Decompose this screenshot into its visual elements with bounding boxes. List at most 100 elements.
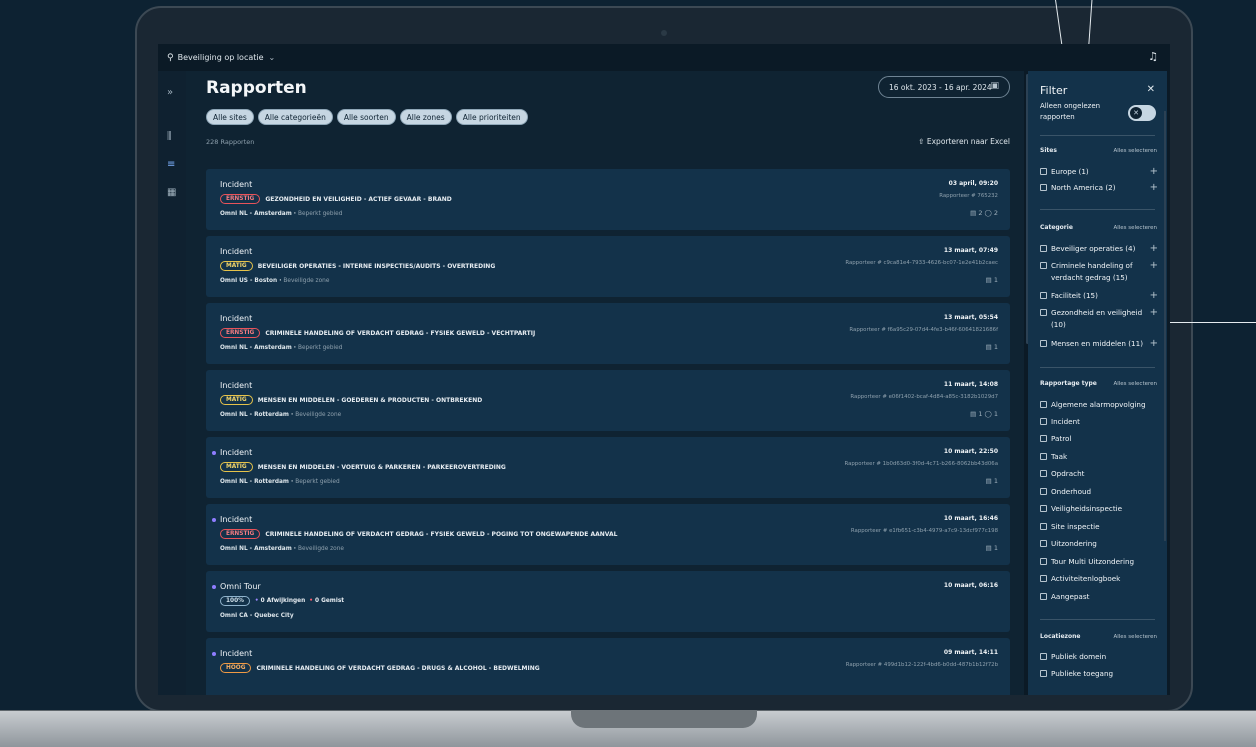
main-content: Rapporten Alle sites Alle categorieën Al… [186,71,1024,695]
checkbox[interactable] [1040,418,1047,425]
checkbox[interactable] [1040,523,1047,530]
report-type: Omni Tour [220,582,261,591]
chevron-down-icon[interactable]: ⌄ [269,53,276,62]
report-type-select-all[interactable]: Alles selecteren [1113,381,1157,387]
checkbox[interactable] [1040,292,1047,299]
report-date: 10 maart, 16:46 [943,515,998,522]
checkbox[interactable] [1040,593,1047,600]
filter-item-report-type[interactable]: Aangepast [1040,591,1158,603]
report-zone: Beperkt gebied [297,211,343,217]
filter-item-report-type[interactable]: Onderhoud [1040,486,1158,498]
plus-icon[interactable]: + [1150,307,1158,318]
filter-item-report-type[interactable]: Taak [1040,451,1158,463]
filter-item-report-type[interactable]: Patrol [1040,433,1158,445]
filter-item-report-type[interactable]: Tour Multi Uitzondering [1040,556,1158,568]
plus-icon[interactable]: + [1150,243,1158,254]
checkbox[interactable] [1040,435,1047,442]
nav-rail: » ⫼ ≡ ▦ [158,71,186,695]
close-icon[interactable]: ✕ [1147,84,1155,95]
checkbox[interactable] [1040,670,1047,677]
checkbox[interactable] [1040,470,1047,477]
priority-badge: MATIG [220,462,253,472]
plus-icon[interactable]: + [1150,166,1158,177]
report-number: Rapporteer # f6a95c29-07d4-4fe3-b46f-606… [849,327,998,333]
chart-icon[interactable]: ⫼ [167,131,172,142]
chip-types[interactable]: Alle soorten [336,109,396,125]
report-card[interactable]: Omni Tour 100% • 0 Afwijkingen • 0 Gemis… [206,571,1010,632]
priority-badge: ERNSTIG [220,328,261,338]
filter-item-report-type[interactable]: Veiligheidsinspectie [1040,503,1158,515]
chip-zones[interactable]: Alle zones [399,109,452,125]
checkbox[interactable] [1040,245,1047,252]
filter-item-report-type[interactable]: Activiteitenlogboek [1040,573,1158,585]
filter-item-category[interactable]: Criminele handeling of verdacht gedrag (… [1040,260,1158,284]
report-number: Rapporteer # e1fb651-c3b4-4979-a7c9-13dc… [850,528,998,534]
unread-only-label: Alleen ongelezen rapporten [1040,102,1101,121]
filter-item-report-type[interactable]: Opdracht [1040,468,1158,480]
tour-deviations: 0 Afwijkingen [260,598,306,604]
filter-item-report-type[interactable]: Site inspectie [1040,521,1158,533]
export-button[interactable]: ⇧ Exporteren naar Excel [918,137,1010,146]
chip-priorities[interactable]: Alle prioriteiten [455,109,528,125]
plus-icon[interactable]: + [1150,260,1158,271]
location-selector[interactable]: Beveiliging op locatie [178,53,264,62]
checkbox[interactable] [1040,488,1047,495]
filter-item-category[interactable]: Mensen en middelen (11) + [1040,338,1158,350]
report-category: CRIMINELE HANDELING OF VERDACHT GEDRAG -… [265,329,536,337]
plus-icon[interactable]: + [1150,182,1158,193]
report-date: 03 april, 09:20 [948,180,998,187]
report-card[interactable]: Incident MATIG BEVEILIGER OPERATIES - IN… [206,236,1010,297]
filter-item-report-type[interactable]: Algemene alarmopvolging [1040,399,1158,411]
report-zone: Beveiligde zone [283,278,330,284]
chip-sites[interactable]: Alle sites [206,109,254,125]
checkbox[interactable] [1040,558,1047,565]
chip-categories[interactable]: Alle categorieën [257,109,333,125]
bell-icon[interactable]: ♫ [1148,50,1158,63]
report-card[interactable]: Incident ERNSTIG CRIMINELE HANDELING OF … [206,504,1010,565]
filter-item-site[interactable]: North America (2) + [1040,182,1158,194]
plus-icon[interactable]: + [1150,338,1158,349]
report-type: Incident [220,649,253,658]
checkbox[interactable] [1040,309,1047,316]
date-range-picker[interactable]: 16 okt. 2023 - 16 apr. 2024 ▣ [878,76,1010,98]
filter-item-category[interactable]: Gezondheid en veiligheid (10) + [1040,307,1158,331]
filter-item-category[interactable]: Faciliteit (15) + [1040,290,1158,302]
checkbox[interactable] [1040,401,1047,408]
plus-icon[interactable]: + [1150,290,1158,301]
report-category: CRIMINELE HANDELING OF VERDACHT GEDRAG -… [256,664,540,672]
checkbox[interactable] [1040,184,1047,191]
checkbox[interactable] [1040,340,1047,347]
reports-icon[interactable]: ≡ [167,159,175,170]
building-icon[interactable]: ▦ [167,187,176,198]
unread-only-toggle[interactable]: ✕ [1128,105,1156,121]
filter-item-category[interactable]: Beveiliger operaties (4) + [1040,243,1158,255]
checkbox[interactable] [1040,168,1047,175]
report-card[interactable]: Incident MATIG MENSEN EN MIDDELEN - VOER… [206,437,1010,498]
category-select-all[interactable]: Alles selecteren [1113,225,1157,231]
filter-item-report-type[interactable]: Incident [1040,416,1158,428]
checkbox[interactable] [1040,453,1047,460]
sites-select-all[interactable]: Alles selecteren [1113,148,1157,154]
laptop-notch [571,710,757,728]
expand-icon[interactable]: » [167,87,173,98]
filter-item-site[interactable]: Europe (1) + [1040,166,1158,178]
report-date: 13 maart, 05:54 [943,314,998,321]
report-category: BEVEILIGER OPERATIES - INTERNE INSPECTIE… [257,262,496,270]
checkbox[interactable] [1040,540,1047,547]
report-card[interactable]: Incident MATIG MENSEN EN MIDDELEN - GOED… [206,370,1010,431]
report-card[interactable]: Incident ERNSTIG CRIMINELE HANDELING OF … [206,303,1010,364]
filter-item-zone[interactable]: Publiek domein [1040,651,1158,663]
checkbox[interactable] [1040,575,1047,582]
unread-dot [212,585,216,589]
checkbox[interactable] [1040,505,1047,512]
divider [1040,367,1155,368]
checkbox[interactable] [1040,653,1047,660]
report-card[interactable]: Incident ERNSTIG GEZONDHEID EN VEILIGHEI… [206,169,1010,230]
checkbox[interactable] [1040,262,1047,269]
unread-dot [212,451,216,455]
report-card[interactable]: Incident HOOG CRIMINELE HANDELING OF VER… [206,638,1010,695]
zone-select-all[interactable]: Alles selecteren [1113,634,1157,640]
filter-item-zone[interactable]: Publieke toegang [1040,668,1158,680]
filter-item-report-type[interactable]: Uitzondering [1040,538,1158,550]
filter-scrollbar[interactable] [1164,111,1166,541]
